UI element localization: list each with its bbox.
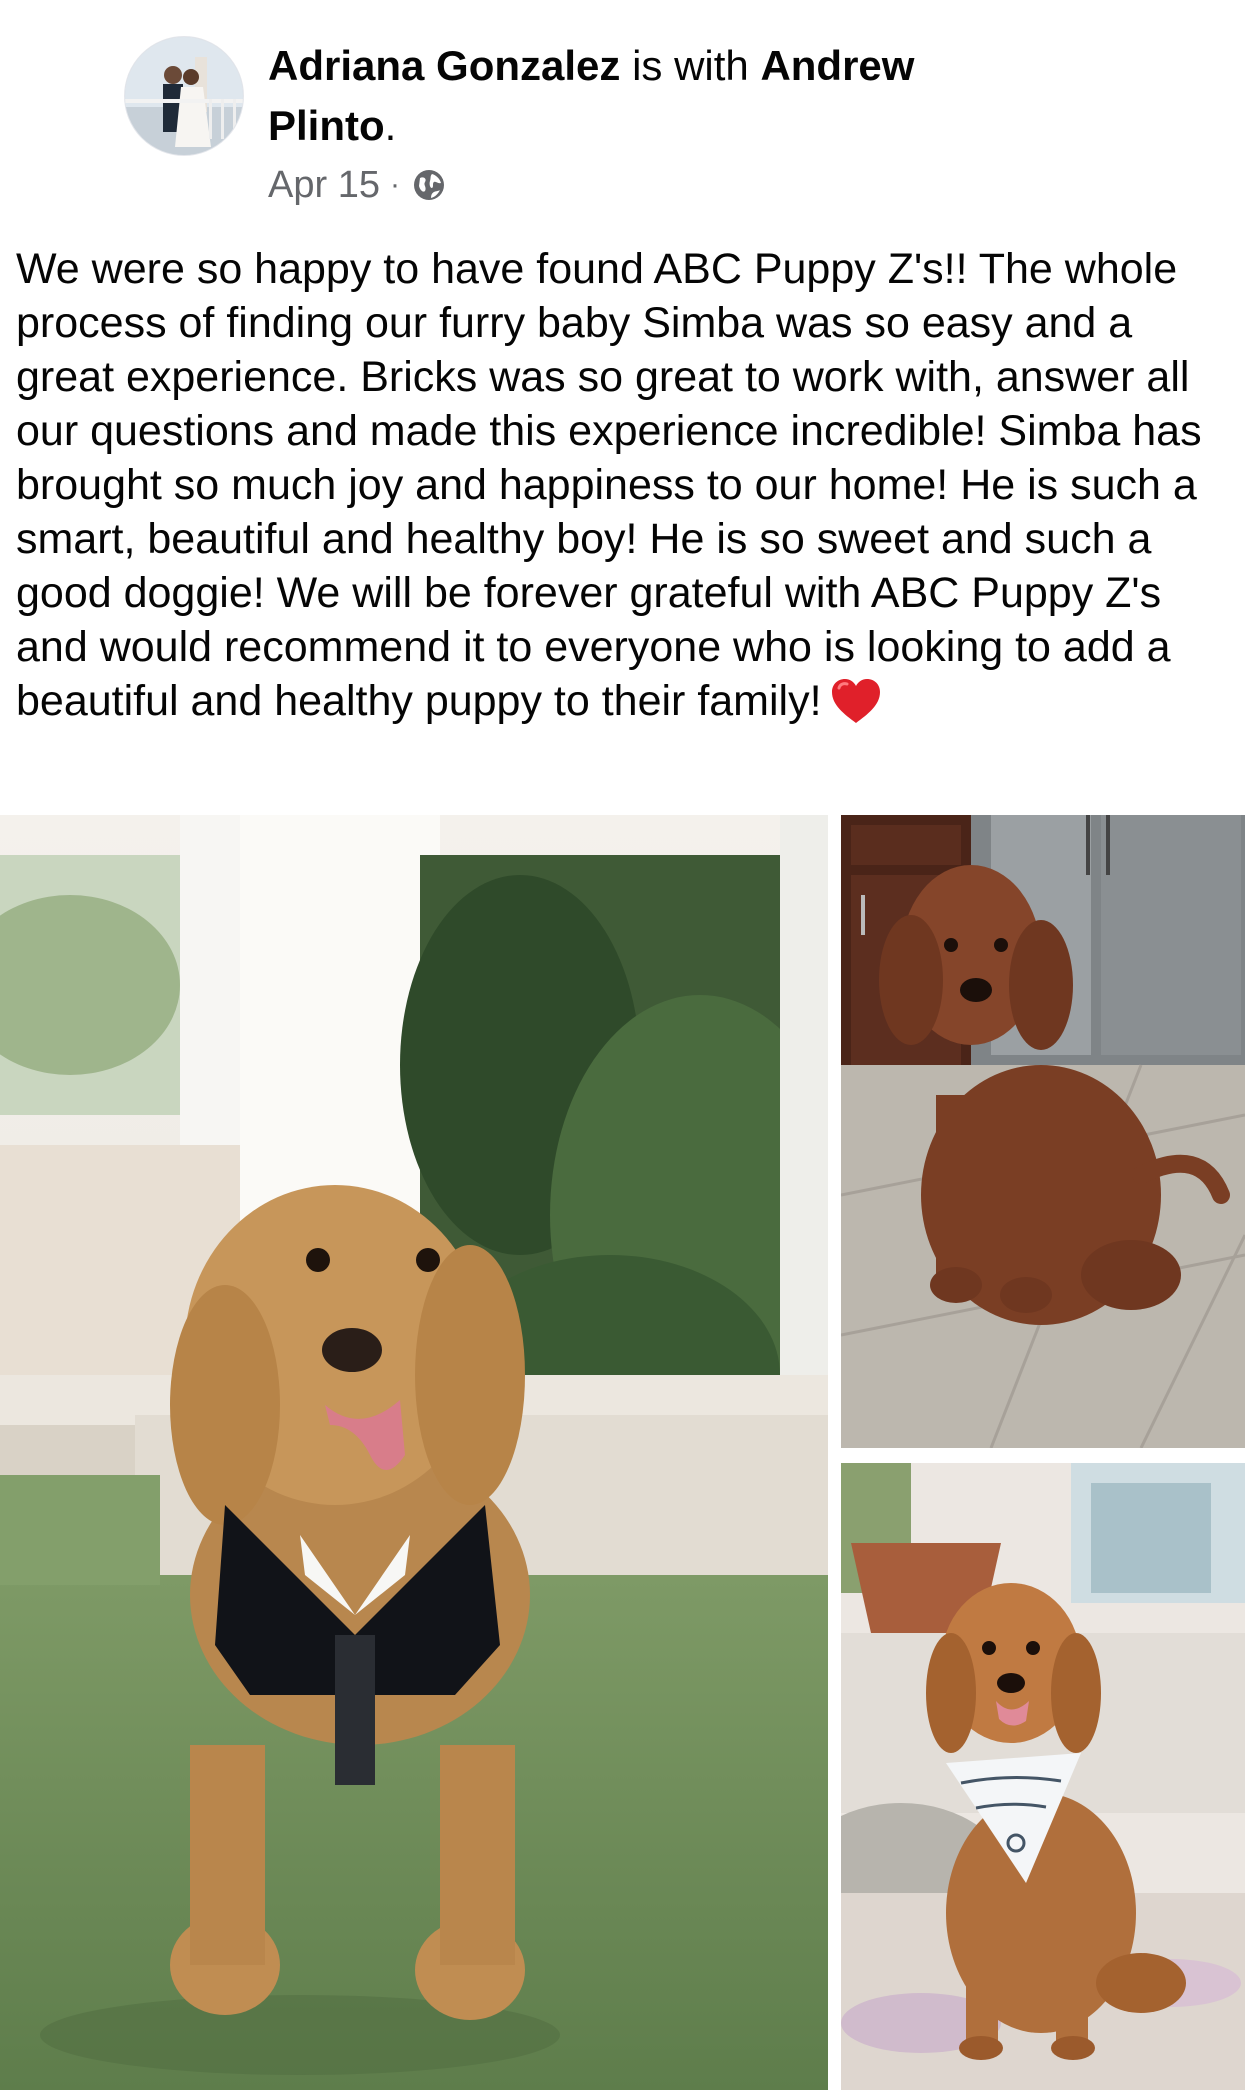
post-date[interactable]: Apr 15: [268, 164, 380, 207]
period: .: [384, 102, 397, 149]
globe-icon[interactable]: [410, 166, 448, 204]
facebook-post: Adriana Gonzalez is with Andrew Plinto. …: [0, 0, 1245, 2090]
meta-separator: ·: [389, 168, 400, 201]
author-avatar[interactable]: [124, 36, 244, 156]
red-heart-icon: [830, 677, 882, 725]
with-text: is with: [620, 42, 761, 89]
post-text: We were so happy to have found ABC Puppy…: [16, 242, 1231, 728]
dog-sitting-kitchen-photo[interactable]: [841, 815, 1245, 1448]
avatar-photo: [125, 37, 243, 155]
author-line: Adriana Gonzalez is with Andrew Plinto.: [268, 36, 988, 156]
post-header: Adriana Gonzalez is with Andrew Plinto. …: [0, 0, 1245, 230]
author-name[interactable]: Adriana Gonzalez: [268, 42, 620, 89]
post-meta: Apr 15 ·: [268, 160, 448, 210]
dog-in-tuxedo-photo[interactable]: [0, 815, 828, 2090]
post-body: We were so happy to have found ABC Puppy…: [16, 245, 1202, 725]
dog-with-bandana-photo[interactable]: [841, 1463, 1245, 2090]
photo-gallery: [0, 815, 1245, 2090]
